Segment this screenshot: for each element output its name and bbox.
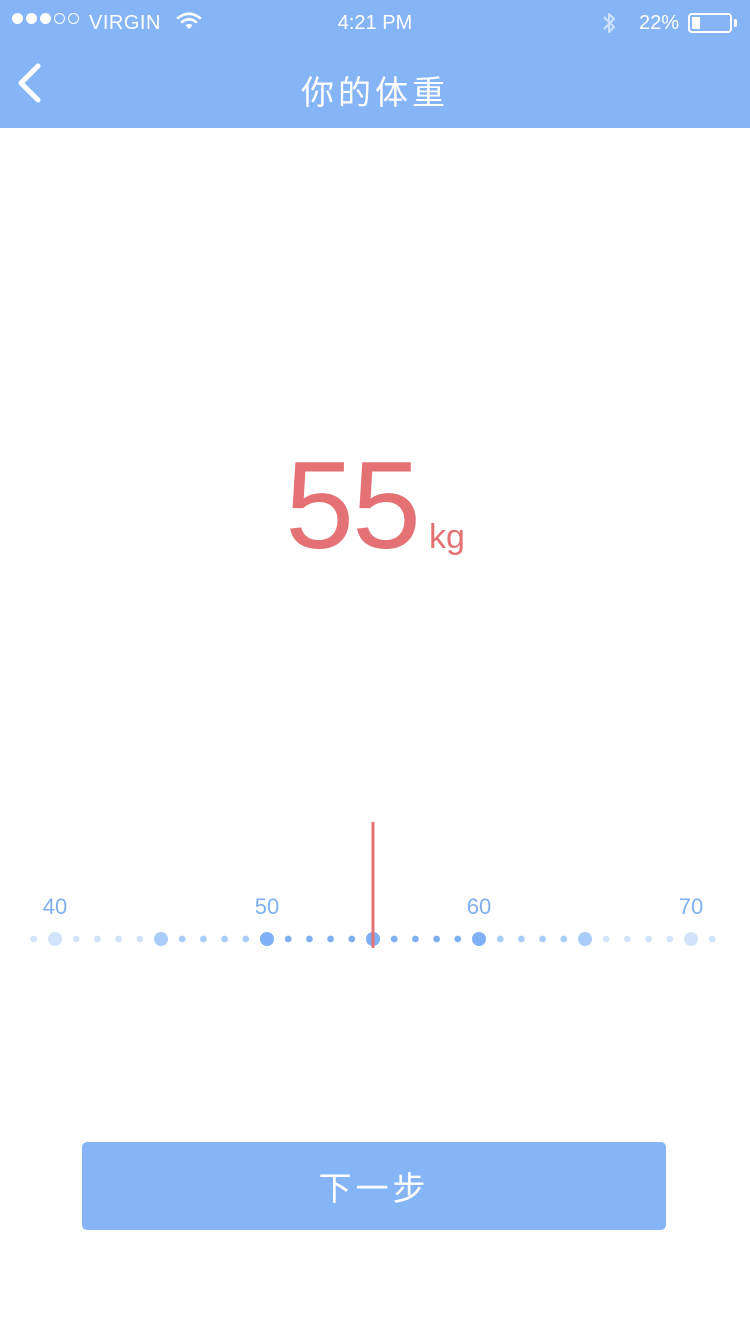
ruler-minor-tick	[327, 935, 334, 943]
ruler-major-tick	[472, 932, 486, 946]
ruler-minor-tick	[412, 935, 419, 943]
ruler-minor-tick	[602, 935, 610, 943]
ruler-tick-label: 40	[43, 894, 67, 919]
battery-level	[692, 17, 700, 29]
ruler-minor-tick	[136, 935, 144, 943]
ruler-minor-tick	[518, 935, 525, 943]
ruler-minor-tick	[666, 935, 674, 943]
ruler-major-tick	[154, 932, 168, 946]
ruler-major-tick	[48, 932, 62, 946]
ruler-minor-tick	[454, 935, 462, 943]
ruler-tick-label: 70	[679, 894, 703, 919]
ruler-minor-tick	[433, 935, 440, 943]
ruler-minor-tick	[178, 935, 186, 943]
ruler-tick-label: 50	[255, 894, 279, 919]
next-step-button[interactable]: 下一步	[82, 1142, 666, 1230]
status-time: 4:21 PM	[337, 12, 413, 34]
ruler-minor-tick	[115, 935, 122, 943]
weight-display: 55 kg	[0, 444, 750, 568]
ruler-minor-tick	[708, 935, 716, 943]
battery-icon	[688, 13, 732, 33]
ruler-minor-tick	[200, 935, 207, 943]
ruler-minor-tick	[624, 935, 631, 943]
weight-unit: kg	[429, 518, 465, 556]
status-bar: VIRGIN 4:21 PM 22%	[0, 0, 750, 46]
ruler-major-tick	[260, 932, 274, 946]
ruler-minor-tick	[284, 935, 292, 943]
ruler-minor-tick	[348, 935, 356, 943]
ruler-minor-tick	[496, 935, 504, 943]
ruler-minor-tick	[390, 935, 398, 943]
ruler-minor-tick	[306, 935, 313, 943]
bluetooth-icon	[603, 13, 615, 33]
ruler-minor-tick	[560, 935, 568, 943]
ruler-minor-tick	[94, 935, 101, 943]
battery-percentage: 22%	[639, 12, 680, 34]
battery-tip	[734, 19, 737, 27]
ruler-minor-tick	[221, 935, 229, 943]
page-title: 你的体重	[301, 74, 449, 111]
weight-ruler-slider[interactable]: 40 50 60 70	[0, 800, 750, 980]
ruler-indicator-line[interactable]	[371, 822, 375, 948]
ruler-tick-label: 60	[467, 894, 491, 919]
ruler-major-tick	[578, 932, 592, 946]
ruler-minor-tick	[72, 935, 80, 943]
weight-value: 55	[285, 437, 421, 575]
ruler-minor-tick	[645, 935, 652, 943]
ruler-minor-tick	[242, 935, 250, 943]
navigation-header: VIRGIN 4:21 PM 22% 你的体重	[0, 0, 750, 128]
ruler-minor-tick	[539, 935, 546, 943]
ruler-major-tick	[684, 932, 698, 946]
ruler-minor-tick	[30, 935, 38, 943]
